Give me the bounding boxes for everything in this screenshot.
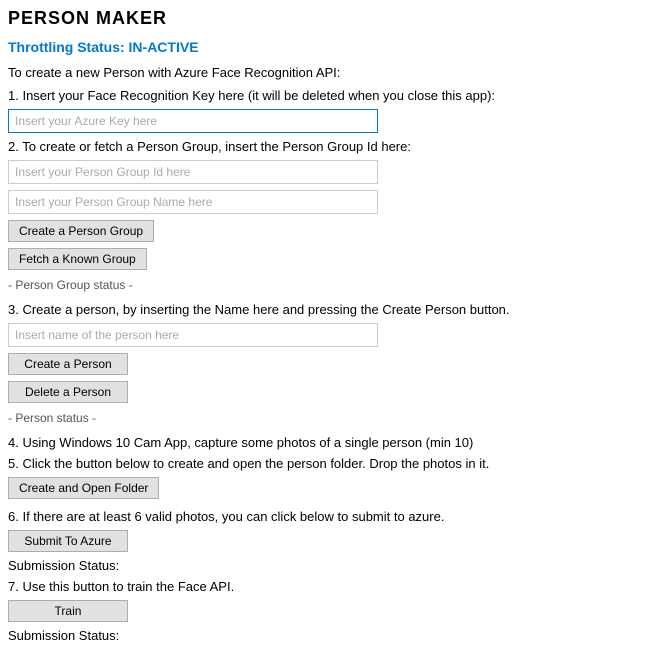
step1-description: To create a new Person with Azure Face R…	[8, 65, 655, 80]
throttle-status: Throttling Status: IN-ACTIVE	[8, 39, 655, 55]
azure-key-input[interactable]	[8, 109, 378, 133]
fetch-known-group-button[interactable]: Fetch a Known Group	[8, 248, 147, 270]
train-button[interactable]: Train	[8, 600, 128, 622]
step1-label: 1. Insert your Face Recognition Key here…	[8, 88, 655, 103]
create-person-group-button[interactable]: Create a Person Group	[8, 220, 154, 242]
step7-submission-label: Submission Status:	[8, 628, 655, 643]
create-open-folder-button[interactable]: Create and Open Folder	[8, 477, 159, 499]
step2-section: 2. To create or fetch a Person Group, in…	[8, 139, 655, 294]
person-group-status: - Person Group status -	[8, 276, 655, 294]
step2-label: 2. To create or fetch a Person Group, in…	[8, 139, 655, 154]
step6-section: 6. If there are at least 6 valid photos,…	[8, 509, 655, 573]
step5-label: 5. Click the button below to create and …	[8, 456, 655, 471]
person-group-id-input[interactable]	[8, 160, 378, 184]
create-person-button[interactable]: Create a Person	[8, 353, 128, 375]
submit-to-azure-button[interactable]: Submit To Azure	[8, 530, 128, 552]
person-group-name-input[interactable]	[8, 190, 378, 214]
step7-section: 7. Use this button to train the Face API…	[8, 579, 655, 643]
step4-label: 4. Using Windows 10 Cam App, capture som…	[8, 435, 655, 450]
step5-section: 5. Click the button below to create and …	[8, 456, 655, 505]
person-status: - Person status -	[8, 409, 655, 427]
step4-section: 4. Using Windows 10 Cam App, capture som…	[8, 435, 655, 450]
app-title: PERSON MAKER	[8, 8, 655, 29]
delete-person-button[interactable]: Delete a Person	[8, 381, 128, 403]
step6-submission-label: Submission Status:	[8, 558, 655, 573]
step6-label: 6. If there are at least 6 valid photos,…	[8, 509, 655, 524]
step1-section: 1. Insert your Face Recognition Key here…	[8, 88, 655, 133]
step7-label: 7. Use this button to train the Face API…	[8, 579, 655, 594]
step3-section: 3. Create a person, by inserting the Nam…	[8, 302, 655, 427]
person-name-input[interactable]	[8, 323, 378, 347]
step3-label: 3. Create a person, by inserting the Nam…	[8, 302, 655, 317]
